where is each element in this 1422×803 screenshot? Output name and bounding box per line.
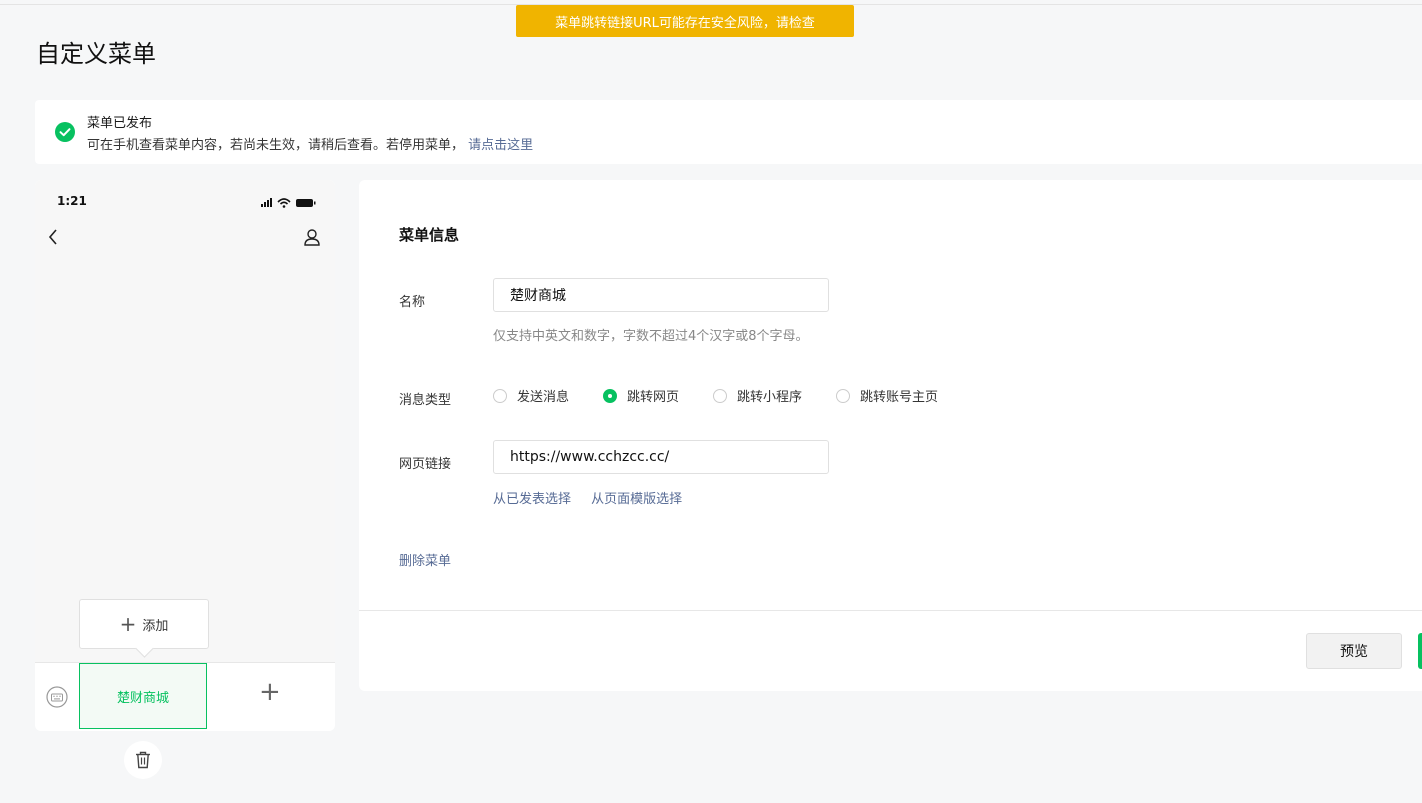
check-circle-icon xyxy=(55,122,75,142)
publish-notice: 菜单已发布 可在手机查看菜单内容，若尚未生效，请稍后查看。若停用菜单， 请点击这… xyxy=(35,100,1422,164)
radio-label: 跳转网页 xyxy=(627,390,680,405)
back-icon[interactable] xyxy=(47,228,59,250)
status-time: 1:21 xyxy=(57,194,87,208)
message-type-label: 消息类型 xyxy=(399,393,452,408)
menu-info-panel: 菜单信息 名称 仅支持中英文和数字，字数不超过4个汉字或8个字母。 消息类型 发… xyxy=(359,180,1422,691)
save-publish-button[interactable] xyxy=(1418,633,1422,669)
status-bar-icons xyxy=(259,194,317,213)
radio-jump-webpage[interactable]: 跳转网页 xyxy=(603,386,679,405)
radio-dot xyxy=(836,388,851,403)
radio-label: 发送消息 xyxy=(517,390,570,405)
footer-divider xyxy=(359,610,1422,611)
preview-button[interactable]: 预览 xyxy=(1306,633,1402,669)
radio-dot xyxy=(713,388,728,403)
menu-item-label: 楚财商城 xyxy=(116,690,169,706)
name-hint: 仅支持中英文和数字，字数不超过4个汉字或8个字母。 xyxy=(493,329,809,344)
plus-icon: + xyxy=(119,612,137,636)
add-submenu-label: 添加 xyxy=(142,618,169,634)
page-title: 自定义菜单 xyxy=(36,40,156,68)
warning-toast-text: 菜单跳转链接URL可能存在安全风险，请检查 xyxy=(555,15,815,31)
radio-send-message[interactable]: 发送消息 xyxy=(493,386,569,405)
select-published-link[interactable]: 从已发表选择 xyxy=(493,492,571,507)
notice-text: 可在手机查看菜单内容，若尚未生效，请稍后查看。若停用菜单， xyxy=(87,138,465,153)
message-type-group: 发送消息 跳转网页 跳转小程序 跳转账号主页 xyxy=(493,386,972,405)
radio-jump-miniprogram[interactable]: 跳转小程序 xyxy=(713,386,802,405)
profile-icon[interactable] xyxy=(303,228,321,250)
phone-menu-bar: 楚财商城 + xyxy=(35,662,335,731)
radio-dot xyxy=(493,388,507,403)
add-menu-plus-icon[interactable]: + xyxy=(259,679,281,705)
add-submenu-button[interactable]: + 添加 xyxy=(79,599,209,658)
notice-description: 可在手机查看菜单内容，若尚未生效，请稍后查看。若停用菜单， 请点击这里 xyxy=(87,134,533,153)
url-input[interactable] xyxy=(493,440,829,474)
disable-menu-link[interactable]: 请点击这里 xyxy=(468,138,533,153)
radio-label: 跳转小程序 xyxy=(737,390,803,405)
menu-item-selected[interactable]: 楚财商城 xyxy=(79,663,207,729)
delete-menu-link[interactable]: 删除菜单 xyxy=(399,550,451,569)
phone-screen xyxy=(35,180,335,662)
warning-toast: 菜单跳转链接URL可能存在安全风险，请检查 xyxy=(516,5,854,37)
radio-dot-selected xyxy=(603,388,618,403)
notice-title: 菜单已发布 xyxy=(87,116,153,131)
name-label: 名称 xyxy=(399,295,426,310)
name-input[interactable] xyxy=(493,278,829,312)
phone-preview: 1:21 + 添加 楚财商城 + xyxy=(35,180,335,731)
url-source-links: 从已发表选择 从页面模版选择 xyxy=(493,488,698,507)
trash-icon[interactable] xyxy=(124,741,162,779)
radio-label: 跳转账号主页 xyxy=(860,390,939,405)
section-title: 菜单信息 xyxy=(399,226,460,244)
keyboard-icon[interactable] xyxy=(45,685,69,713)
url-label: 网页链接 xyxy=(399,457,452,472)
select-template-link[interactable]: 从页面模版选择 xyxy=(591,492,682,507)
radio-jump-account-home[interactable]: 跳转账号主页 xyxy=(836,386,938,405)
